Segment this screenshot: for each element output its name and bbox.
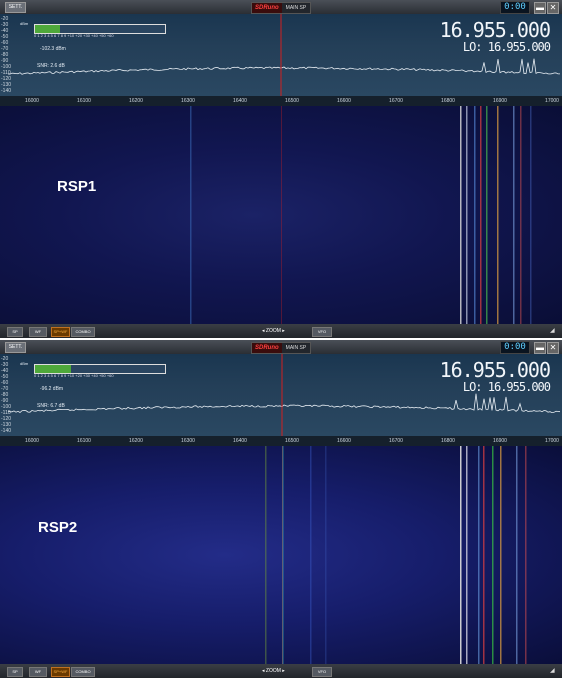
signal-streak [265, 446, 267, 664]
signal-streak [310, 446, 312, 664]
signal-streak [466, 106, 468, 324]
x-tick-label: 16600 [337, 438, 351, 444]
x-tick-label: 16000 [25, 98, 39, 104]
signal-streak [483, 446, 485, 664]
bottom-toolbar: SP WF SP+WF COMBO ◂ ZOOM ▸ VFO ◢ [0, 324, 562, 338]
signal-streak [520, 106, 522, 324]
wf-button[interactable]: WF [29, 327, 47, 337]
resize-handle-icon[interactable]: ◢ [550, 668, 556, 674]
sdruno-window-rsp2: SETT. SDRuno MAIN SP 0:00 ▬ ✕ -20 -30 -40-… [0, 340, 562, 678]
waterfall-tuning-marker [282, 446, 283, 664]
sp-button[interactable]: SP [7, 667, 23, 677]
zoom-right-icon[interactable]: ▸ [281, 328, 285, 334]
x-tick-label: 16500 [285, 438, 299, 444]
x-tick-label: 16700 [389, 98, 403, 104]
signal-streak [325, 446, 327, 664]
x-tick-label: 16400 [233, 98, 247, 104]
wf-button[interactable]: WF [29, 667, 47, 677]
waterfall-tuning-marker [281, 106, 282, 324]
frequency-axis: 16000 16100 16200 16300 16400 16500 16600 16700… [0, 96, 562, 106]
zoom-right-icon[interactable]: ▸ [281, 668, 285, 674]
zoom-label: ZOOM [265, 328, 281, 334]
combo-button[interactable]: COMBO [71, 667, 95, 677]
x-tick-label: 17000 [545, 98, 559, 104]
settings-button[interactable]: SETT. [5, 342, 26, 353]
x-tick-label: 16100 [77, 438, 91, 444]
bottom-toolbar: SP WF SP+WF COMBO ◂ ZOOM ▸ VFO ◢ [0, 664, 562, 678]
window-tab[interactable]: SDRuno MAIN SP [251, 2, 312, 14]
minimize-button[interactable]: ▬ [534, 342, 546, 354]
resize-handle-icon[interactable]: ◢ [550, 328, 556, 334]
signal-streak [190, 106, 192, 324]
zoom-control[interactable]: ◂ ZOOM ▸ [262, 327, 285, 335]
waterfall-display[interactable]: RSP2 [0, 446, 562, 664]
vfo-button[interactable]: VFO [312, 667, 332, 677]
frequency-axis: 16000 16100 16200 16300 16400 16500 16600 16700… [0, 436, 562, 446]
combo-button[interactable]: COMBO [71, 327, 95, 337]
clock-display: 0:00 [500, 1, 530, 14]
signal-streak [516, 446, 518, 664]
x-tick-label: 16800 [441, 438, 455, 444]
x-tick-label: 16600 [337, 98, 351, 104]
spectrum-line [7, 393, 561, 414]
x-tick-label: 16300 [181, 438, 195, 444]
signal-streak [497, 106, 499, 324]
sp-wf-button[interactable]: SP+WF [51, 327, 70, 337]
signal-streak [500, 446, 502, 664]
x-tick-label: 16800 [441, 98, 455, 104]
minimize-button[interactable]: ▬ [534, 2, 546, 14]
waterfall-signals [265, 446, 527, 664]
window-tab[interactable]: SDRuno MAIN SP [251, 342, 312, 354]
x-tick-label: 16700 [389, 438, 403, 444]
waterfall-signals [190, 106, 532, 324]
sp-wf-button[interactable]: SP+WF [51, 667, 70, 677]
signal-streak [478, 446, 480, 664]
spectrum-display[interactable]: -20 -30 -40 -50 -60 -70 -80 -90 -100 -110 -120 -130… [0, 354, 562, 436]
device-label: RSP2 [38, 519, 78, 536]
x-tick-label: 16000 [25, 438, 39, 444]
settings-button[interactable]: SETT. [5, 2, 26, 13]
x-tick-label: 16900 [493, 438, 507, 444]
x-tick-label: 16500 [285, 98, 299, 104]
zoom-label: ZOOM [265, 668, 281, 674]
spectrum-trace [7, 14, 560, 96]
signal-streak [492, 446, 494, 664]
waterfall-display[interactable]: RSP1 [0, 106, 562, 324]
spectrum-line [7, 58, 560, 75]
x-tick-label: 16100 [77, 98, 91, 104]
x-tick-label: 16300 [181, 98, 195, 104]
x-tick-label: 16200 [129, 98, 143, 104]
close-button[interactable]: ✕ [547, 2, 559, 14]
signal-streak [513, 106, 515, 324]
vfo-button[interactable]: VFO [312, 327, 332, 337]
sp-button[interactable]: SP [7, 327, 23, 337]
device-label: RSP1 [57, 178, 97, 195]
title-bar: SETT. SDRuno MAIN SP 0:00 ▬ ✕ [0, 0, 562, 15]
signal-streak [466, 446, 468, 664]
spectrum-display[interactable]: -20 -30 -40 -50 -60 -70 -80 -90 -100 -110 -120 -130… [0, 14, 562, 96]
signal-streak [486, 106, 488, 324]
x-tick-label: 16200 [129, 438, 143, 444]
zoom-control[interactable]: ◂ ZOOM ▸ [262, 667, 285, 675]
mode-label: MAIN SP [285, 345, 307, 351]
sdruno-logo: SDRuno [252, 343, 282, 353]
signal-streak [460, 446, 462, 664]
x-tick-label: 17000 [545, 438, 559, 444]
close-button[interactable]: ✕ [547, 342, 559, 354]
signal-streak [480, 106, 482, 324]
clock-display: 0:00 [500, 341, 530, 354]
x-tick-label: 16900 [493, 98, 507, 104]
mode-label: MAIN SP [285, 5, 307, 11]
spectrum-trace [7, 354, 561, 436]
signal-streak [525, 446, 527, 664]
sdruno-logo: SDRuno [252, 3, 282, 13]
title-bar: SETT. SDRuno MAIN SP 0:00 ▬ ✕ [0, 340, 562, 355]
sdruno-window-rsp1: SETT. SDRuno MAIN SP 0:00 ▬ ✕ -20 -30 -40-… [0, 0, 562, 338]
signal-streak [530, 106, 532, 324]
signal-streak [460, 106, 462, 324]
signal-streak [474, 106, 476, 324]
x-tick-label: 16400 [233, 438, 247, 444]
